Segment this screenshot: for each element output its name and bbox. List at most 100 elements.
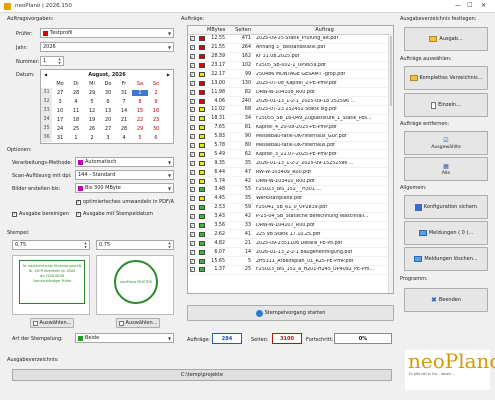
spinner-arrows-icon[interactable]: ▲ ▼	[166, 241, 173, 249]
table-row[interactable]: ✓ 18.31 34 F25055_SB_16-049_Zuglaststufe_1_…	[188, 115, 393, 124]
table-row[interactable]: ✓ 13.00 130 2025-07-08_Kapitel_2-PE-PmP.pdf	[188, 79, 393, 89]
table-row[interactable]: ✓ 5.49 62 Kapitel_3_11.07-2025-PE-PmP.pdf	[188, 150, 393, 160]
table-row[interactable]: ✓ 5.74 42 DRW-W-103410_R00.pdf	[188, 177, 393, 187]
calendar-day[interactable]: 6	[148, 135, 164, 141]
row-checkbox[interactable]: ✓	[189, 89, 195, 95]
maximize-icon[interactable]: ☐	[467, 2, 472, 9]
table-row[interactable]: ✓ 5.78 80 Messebau-tatik-UK-Filterhaus.pdf	[188, 142, 393, 151]
meldungen-loeschen-button[interactable]: Meldungen löschen...	[404, 247, 488, 271]
table-row[interactable]: ✓ 6.44 47 RW-W-103409_R00.pdf	[188, 168, 393, 178]
calendar-day[interactable]: 17	[52, 117, 68, 123]
row-checkbox[interactable]: ✓	[189, 54, 195, 60]
row-checkbox[interactable]: ✓	[189, 98, 195, 104]
stempel2-auswaehlen-button[interactable]: Auswählen...	[116, 318, 160, 328]
calendar-day[interactable]: 25	[68, 126, 84, 132]
scrollbar-thumb[interactable]	[390, 36, 392, 106]
calendar-day[interactable]: 4	[116, 135, 132, 141]
row-checkbox[interactable]: ✓	[189, 71, 195, 77]
konfiguration-sichern-button[interactable]: Konfiguration sichern	[404, 195, 488, 219]
row-checkbox[interactable]: ✓	[189, 143, 195, 149]
row-checkbox[interactable]: ✓	[189, 231, 195, 237]
row-checkbox[interactable]: ✓	[189, 116, 195, 122]
row-checkbox[interactable]: ✓	[189, 187, 195, 193]
calendar-day[interactable]: 11	[68, 108, 84, 114]
scan-select[interactable]: 144 - Standard ▼	[75, 170, 174, 180]
calendar-day[interactable]: 6	[100, 99, 116, 105]
calendar-day[interactable]: 29	[132, 126, 148, 132]
spinner-arrows-icon[interactable]: ▲ ▼	[56, 57, 63, 65]
calendar-day[interactable]: 26	[84, 126, 100, 132]
row-checkbox[interactable]: ✓	[189, 258, 195, 264]
row-checkbox[interactable]: ✓	[189, 240, 195, 246]
ausgewaehlte-entfernen-button[interactable]: ☑ Ausgewählte	[404, 131, 488, 155]
ausgabe-button[interactable]: Ausgab...	[404, 27, 488, 51]
col-auftrag[interactable]: Auftrag	[254, 27, 393, 33]
table-row[interactable]: ✓ 22.17 99 250486 MONTAGE GESAMT -grop.pdf	[188, 70, 393, 80]
bereinigen-checkbox[interactable]: ✓ Ausgabe bereinigen	[12, 211, 69, 217]
minimize-icon[interactable]: —	[455, 2, 461, 9]
calendar-day[interactable]: 27	[100, 126, 116, 132]
table-row[interactable]: ✓ 3.56 33 DRW-W-104107_R00.pdf	[188, 222, 393, 231]
col-seiten[interactable]: Seiten	[227, 27, 254, 33]
row-checkbox[interactable]: ✓	[189, 134, 195, 140]
calendar-day[interactable]: 19	[84, 117, 100, 123]
table-row[interactable]: ✓ 5.83 90 Messebau-tatik-UK-Filterhaus_GUF.…	[188, 133, 393, 142]
row-checkbox[interactable]: ✓	[189, 36, 195, 42]
calendar-day[interactable]: 28	[116, 126, 132, 132]
table-row[interactable]: ✓ 7.65 81 Kapitel_4_20-08-2025-PE-PmP.pdf	[188, 124, 393, 133]
table-row[interactable]: ✓ 2.53 59 F25041_SB_61_0_UP2839.pdf	[188, 204, 393, 213]
table-row[interactable]: ✓ 28.39 162 Kr 31.08.2025.pdf	[188, 53, 393, 62]
calendar-day[interactable]: 12	[84, 108, 100, 114]
calendar-day[interactable]: 22	[132, 117, 148, 123]
calendar-day[interactable]: 10	[52, 108, 68, 114]
einzeln-button[interactable]: Einzeln...	[404, 93, 488, 117]
table-row[interactable]: ✓ 12.55 471 2025-09-25 Statik_Prüfung_alt.p…	[188, 35, 393, 44]
table-row[interactable]: ✓ 9.35 35 2026-01-13_1-2-2_2025-09-15252596…	[188, 159, 393, 169]
table-row[interactable]: ✓ 4.82 21 2025-09-2351106 Details_PE-Po.pdf	[188, 239, 393, 249]
calendar-day[interactable]: 13	[100, 108, 116, 114]
calendar-day[interactable]: 1	[132, 89, 148, 96]
row-checkbox[interactable]: ✓	[189, 178, 195, 184]
row-checkbox[interactable]: ✓	[189, 223, 195, 229]
row-checkbox[interactable]: ✓	[189, 45, 195, 51]
table-row[interactable]: ✓ 11.02 68 2025-07-23 252452 Statik sig.pdf	[188, 106, 393, 115]
alle-entfernen-button[interactable]: ▦ Alle	[404, 157, 488, 181]
bilder-select[interactable]: Bis 300 MByte ▼	[75, 183, 174, 193]
calendar-day[interactable]: 28	[68, 90, 84, 96]
jahr-select[interactable]: 2026 ▼	[40, 42, 174, 52]
pruefer-select[interactable]: Testprofil ▼	[40, 28, 174, 38]
calendar-day[interactable]: 27	[52, 90, 68, 96]
calendar[interactable]: ◀ August, 2026 ▶ Mo Di Mi Do Fr Sa So 31…	[40, 69, 174, 144]
methode-select[interactable]: Automatisch ▼	[75, 157, 174, 167]
table-row[interactable]: ✓ 11.98 82 DRW-W-104108_R00.pdf	[188, 88, 393, 98]
table-row[interactable]: ✓ 3.43 42 P-25-04_SB_Statische Berechnung W…	[188, 213, 393, 222]
art-select[interactable]: Beide ▼	[75, 333, 174, 343]
meldungen-button[interactable]: Meldungen ( 0 )...	[404, 221, 488, 245]
calendar-day[interactable]: 5	[84, 99, 100, 105]
calendar-day[interactable]: 21	[116, 117, 132, 123]
row-checkbox[interactable]: ✓	[189, 196, 195, 202]
table-row[interactable]: ✓ 4.06 240 2026-01-13_1-2-1_2025-09-18 2525…	[188, 97, 393, 107]
row-checkbox[interactable]: ✓	[189, 169, 195, 175]
stempelvorgang-starten-button[interactable]: Stempelvorgang starten	[187, 305, 394, 321]
table-scrollbar[interactable]	[388, 34, 393, 293]
calendar-day[interactable]: 29	[84, 90, 100, 96]
stempel2-scale-spinner[interactable]: 0,75 ▲ ▼	[96, 240, 174, 250]
row-checkbox[interactable]: ✓	[189, 160, 195, 166]
calendar-day[interactable]: 20	[100, 117, 116, 123]
beenden-button[interactable]: ✖ Beenden	[404, 288, 488, 312]
next-month-icon[interactable]: ▶	[167, 72, 170, 77]
calendar-day[interactable]: 30	[100, 90, 116, 96]
table-row[interactable]: ✓ 1.37 25 F25023_WS_152_a_H201-H245_UP4092_…	[188, 266, 393, 275]
table-row[interactable]: ✓ 4.45 35 Werkstattpläne.pdf	[188, 195, 393, 204]
table-row[interactable]: ✓ 2.62 41 225 98 Statik 17.10.25.pdf	[188, 230, 393, 240]
calendar-day[interactable]: 15	[132, 108, 148, 114]
row-checkbox[interactable]: ✓	[189, 205, 195, 211]
auftraege-table[interactable]: MBytes Seiten Auftrag ✓ 12.55 471 2025-09-2…	[187, 25, 394, 294]
komplettes-verzeichnis-button[interactable]: Komplettes Verzeichnis...	[404, 66, 488, 90]
optimize-checkbox[interactable]: ✓ optimierteches umwandeln in PDF/A	[76, 199, 174, 205]
calendar-day[interactable]: 31	[52, 135, 68, 141]
calendar-day[interactable]: 1	[68, 135, 84, 141]
ausgabe-path-field[interactable]: C:\temp\projekte	[12, 369, 392, 381]
calendar-day[interactable]: 31	[116, 90, 132, 96]
